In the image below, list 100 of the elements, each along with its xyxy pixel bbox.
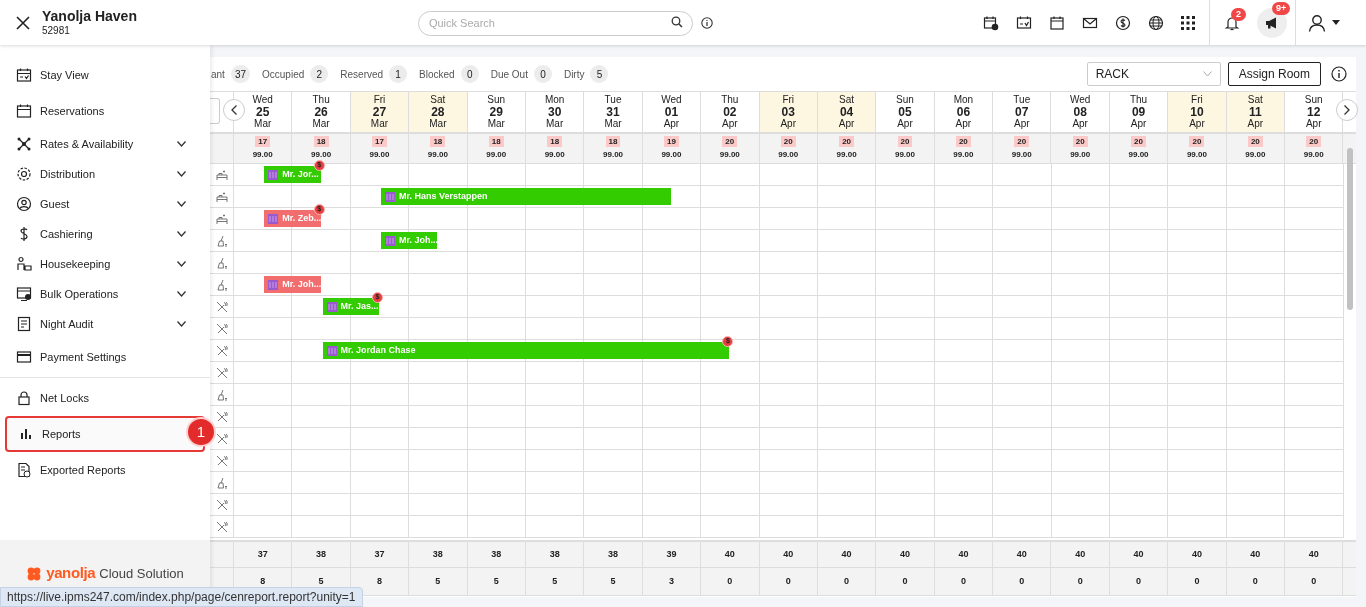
stat-label: Blocked [419,67,455,82]
caret-icon[interactable] [1331,20,1340,25]
sidebar-item[interactable]: Bulk Operations [0,279,210,309]
weekday-label: Mon [953,94,974,106]
date-field[interactable] [210,98,220,124]
sidebar-item[interactable]: Housekeeping [0,249,210,279]
month-label: Mar [487,118,505,130]
availability-badge: 18 [605,136,621,147]
day-number: 02 [723,106,737,118]
summary-value: 37 [374,547,385,561]
availability-badge: 18 [488,136,504,147]
guest-name: Mr. Hans Verstappen [399,189,488,203]
day-number: 06 [956,106,971,118]
rate-value: 99.00 [544,149,565,161]
calendar-add-icon[interactable] [982,14,999,31]
sidebar-item[interactable]: Rates & Availability [0,129,210,159]
weekday-label: Sun [487,94,506,106]
summary-value: 0 [1136,574,1142,588]
search-icon[interactable] [670,16,683,28]
availability-badge: 20 [1014,136,1030,147]
summary-value: 0 [902,574,908,588]
availability-badge: 20 [839,136,855,147]
stat-label: Occupied [262,67,305,82]
room-icon [268,169,279,180]
summary-value: 0 [844,574,850,588]
weekday-label: Tue [604,94,622,106]
weekday-label: Thu [312,94,330,106]
sidebar-item[interactable]: Reservations [0,93,210,129]
summary-value: 40 [1075,547,1086,561]
person-desk-icon [16,256,32,272]
sidebar-item[interactable]: Exported Reports [0,452,210,488]
document-export-icon [16,462,32,478]
assign-room-button[interactable]: Assign Room [1227,62,1321,86]
info-icon[interactable] [1331,66,1347,82]
stat-count: 5 [590,65,609,83]
monitor-icon [16,286,32,302]
close-icon[interactable] [16,15,30,30]
summary-value: 40 [900,547,910,561]
info-icon[interactable] [700,16,713,29]
sidebar-item[interactable]: Guest [0,189,210,219]
stat-label: Due Out [490,67,528,82]
search-field[interactable]: Quick Search [417,10,693,36]
sidebar-item[interactable]: Night Audit [0,309,210,339]
month-label: Apr [1130,118,1147,130]
rate-value: 99.00 [894,149,915,161]
summary-value: 40 [841,547,852,561]
calendar-icon[interactable] [1048,14,1065,31]
gear-icon [16,166,32,182]
room-icon [326,301,337,312]
month-label: Mar [254,118,272,130]
guest-name: Mr. Zeb... [282,212,321,225]
summary-value: 5 [610,574,616,588]
announcement-button[interactable] [1256,7,1287,38]
sidebar-item[interactable]: Payment Settings [0,339,210,375]
sidebar-item[interactable]: Net Locks [0,380,210,416]
day-number: 03 [781,106,795,118]
bar-chart-icon [18,426,34,442]
availability-badge: 20 [955,136,971,147]
room-icon [326,345,337,356]
summary-value: 0 [1252,574,1258,588]
month-label: Apr [1072,118,1088,130]
day-number: 01 [664,106,679,118]
dollar-coin-icon[interactable] [1114,14,1131,31]
guest-name: Mr. Jordan Chase [340,343,416,357]
rate-select[interactable]: RACK [1086,62,1221,86]
status-url: https://live.ipms247.com/index.php/page/cenreport.report?unity=1 [0,587,363,607]
summary-value: 40 [958,547,969,561]
weekday-label: Sat [430,94,446,106]
apps-grid-icon[interactable] [1180,15,1195,30]
rate-value: 99.00 [778,149,799,161]
sidebar-item[interactable]: Stay View [0,57,210,93]
scrollbar[interactable] [1347,148,1353,310]
sidebar-item[interactable]: Cashiering [0,219,210,249]
summary-value: 38 [491,547,502,561]
document-icon [16,316,32,332]
summary-value: 37 [257,547,268,561]
month-label: Mar [604,118,622,130]
summary-value: 0 [1019,574,1025,588]
summary-value: 39 [666,547,677,561]
notification-badge: 9+ [1271,1,1291,15]
notification-badge: 2 [1230,7,1246,21]
sidebar-item[interactable]: Distribution [0,159,210,189]
user-icon[interactable] [1307,13,1326,32]
weekday-label: Wed [1069,94,1091,106]
day-number: 25 [256,106,270,118]
room-icon [385,191,395,202]
previous-button[interactable] [223,99,245,121]
next-button[interactable] [1336,99,1358,121]
logo-tagline: Cloud Solution [99,564,184,583]
month-label: Mar [312,118,330,130]
calendar-check-icon[interactable] [1015,14,1032,31]
stat-count: 0 [460,65,479,83]
globe-icon[interactable] [1147,14,1164,31]
month-label: Apr [663,118,680,130]
month-label: Apr [722,118,738,130]
day-number: 29 [489,106,503,118]
day-number: 08 [1073,106,1087,118]
month-label: Apr [955,118,972,130]
day-number: 04 [839,106,854,118]
summary-value: 5 [318,574,324,588]
